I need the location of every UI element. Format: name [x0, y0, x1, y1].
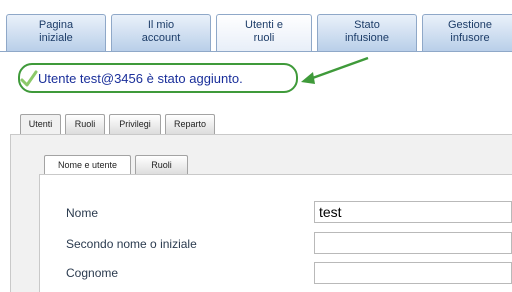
cognome-field[interactable]: [314, 262, 512, 284]
cognome-label: Cognome: [66, 266, 119, 280]
tab-privilegi[interactable]: Privilegi: [109, 114, 161, 134]
tab-bar-divider: [0, 51, 512, 52]
secondo-nome-label: Secondo nome o iniziale: [66, 237, 197, 251]
check-icon: [20, 70, 38, 87]
tab-utenti[interactable]: Utenti: [20, 114, 61, 135]
tab-utenti-e-ruoli[interactable]: Utenti e ruoli: [216, 14, 312, 52]
tab-gestione-infusore[interactable]: Gestione infusore: [422, 14, 512, 51]
tab-reparto[interactable]: Reparto: [165, 114, 215, 134]
top-tab-bar: Pagina iniziale Il mio account Utenti e …: [0, 14, 512, 52]
tab-ruoli-inner[interactable]: Ruoli: [135, 155, 188, 175]
nome-field[interactable]: [314, 201, 512, 223]
success-message-highlight: Utente test@3456 è stato aggiunto.: [18, 63, 298, 93]
tab-stato-infusione[interactable]: Stato infusione: [317, 14, 417, 51]
tab-il-mio-account[interactable]: Il mio account: [111, 14, 211, 51]
tab-nome-e-utente[interactable]: Nome e utente: [44, 155, 131, 176]
nome-label: Nome: [66, 206, 99, 220]
tab-ruoli[interactable]: Ruoli: [65, 114, 105, 134]
secondo-nome-field[interactable]: [314, 232, 512, 254]
arrow-icon: [301, 56, 369, 84]
success-message: Utente test@3456 è stato aggiunto.: [38, 71, 243, 86]
tab-pagina-iniziale[interactable]: Pagina iniziale: [6, 14, 106, 51]
